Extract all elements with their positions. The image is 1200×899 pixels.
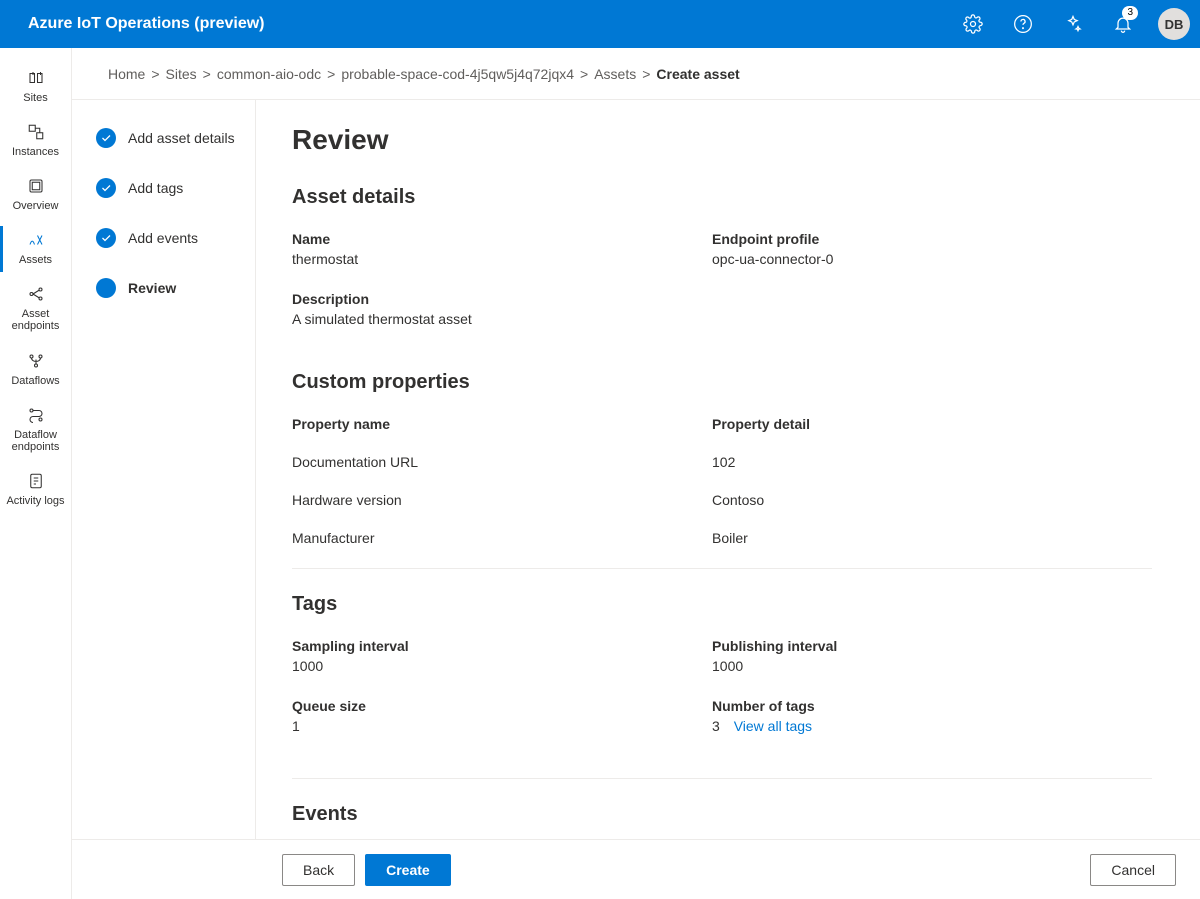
bc-current: Create asset xyxy=(656,66,739,82)
prop-detail-header: Property detail xyxy=(712,416,1152,432)
asset-endpoints-icon xyxy=(26,284,46,304)
create-button[interactable]: Create xyxy=(365,854,451,886)
description-label: Description xyxy=(292,291,1152,307)
endpoint-profile-value: opc-ua-connector-0 xyxy=(712,251,1152,267)
feature-icon[interactable] xyxy=(1052,0,1094,48)
asset-details-heading: Asset details xyxy=(292,186,1152,209)
custom-properties-table: Property name Property detail Documentat… xyxy=(292,416,1152,546)
topbar-actions: 3 DB xyxy=(952,0,1190,48)
nav-label: Dataflow endpoints xyxy=(2,429,69,453)
custom-properties-heading: Custom properties xyxy=(292,371,1152,394)
nav-label: Activity logs xyxy=(6,495,64,507)
step-add-tags[interactable]: Add tags xyxy=(96,178,243,198)
nav-overview[interactable]: Overview xyxy=(0,168,71,222)
notification-badge: 3 xyxy=(1122,6,1138,20)
top-bar: Azure IoT Operations (preview) 3 DB xyxy=(0,0,1200,48)
nav-label: Asset endpoints xyxy=(2,308,69,332)
nav-label: Assets xyxy=(19,254,52,266)
help-icon[interactable] xyxy=(1002,0,1044,48)
table-row: Hardware version Contoso xyxy=(292,492,1152,508)
wizard-steps: Add asset details Add tags Add events Re… xyxy=(72,100,256,839)
publishing-interval-label: Publishing interval xyxy=(712,638,1152,654)
back-button[interactable]: Back xyxy=(282,854,355,886)
table-row: Manufacturer Boiler xyxy=(292,530,1152,546)
step-label: Review xyxy=(128,280,176,296)
dataflows-icon xyxy=(26,351,46,371)
breadcrumb: Home > Sites > common-aio-odc > probable… xyxy=(72,48,1200,100)
overview-icon xyxy=(26,176,46,196)
sampling-interval-value: 1000 xyxy=(292,658,712,674)
step-add-asset-details[interactable]: Add asset details xyxy=(96,128,243,148)
tags-heading: Tags xyxy=(292,593,1152,616)
nav-asset-endpoints[interactable]: Asset endpoints xyxy=(0,276,71,342)
asset-name-label: Name xyxy=(292,231,712,247)
sampling-interval-label: Sampling interval xyxy=(292,638,712,654)
bc-sites[interactable]: Sites xyxy=(166,66,197,82)
nav-label: Instances xyxy=(12,146,59,158)
prop-name: Manufacturer xyxy=(292,530,712,546)
table-row: Documentation URL 102 xyxy=(292,454,1152,470)
bc-assets[interactable]: Assets xyxy=(594,66,636,82)
prop-name-header: Property name xyxy=(292,416,712,432)
step-add-events[interactable]: Add events xyxy=(96,228,243,248)
nav-assets[interactable]: Assets xyxy=(0,222,71,276)
assets-icon xyxy=(26,230,46,250)
step-label: Add events xyxy=(128,230,198,246)
review-content[interactable]: Review Asset details Name thermostat End… xyxy=(256,100,1200,839)
check-icon xyxy=(96,228,116,248)
page-title: Review xyxy=(292,124,1152,156)
nav-sites[interactable]: Sites xyxy=(0,60,71,114)
nav-instances[interactable]: Instances xyxy=(0,114,71,168)
bc-site-name[interactable]: common-aio-odc xyxy=(217,66,321,82)
prop-detail: Contoso xyxy=(712,492,1152,508)
queue-size-value: 1 xyxy=(292,718,712,734)
bc-instance-name[interactable]: probable-space-cod-4j5qw5j4q72jqx4 xyxy=(341,66,574,82)
prop-name: Documentation URL xyxy=(292,454,712,470)
step-label: Add asset details xyxy=(128,130,235,146)
notifications-icon[interactable]: 3 xyxy=(1102,0,1144,48)
queue-size-label: Queue size xyxy=(292,698,712,714)
cancel-button[interactable]: Cancel xyxy=(1090,854,1176,886)
bc-home[interactable]: Home xyxy=(108,66,145,82)
asset-name-value: thermostat xyxy=(292,251,712,267)
check-icon xyxy=(96,178,116,198)
sites-icon xyxy=(26,68,46,88)
nav-dataflows[interactable]: Dataflows xyxy=(0,343,71,397)
activity-logs-icon xyxy=(26,471,46,491)
prop-detail: Boiler xyxy=(712,530,1152,546)
number-of-tags-value: 3 xyxy=(712,718,720,734)
description-value: A simulated thermostat asset xyxy=(292,311,1152,327)
prop-name: Hardware version xyxy=(292,492,712,508)
nav-label: Dataflows xyxy=(11,375,59,387)
nav-dataflow-endpoints[interactable]: Dataflow endpoints xyxy=(0,397,71,463)
left-nav: Sites Instances Overview Assets Asset en… xyxy=(0,48,72,899)
wizard-footer: Back Create Cancel xyxy=(72,839,1200,899)
app-title: Azure IoT Operations (preview) xyxy=(28,15,952,33)
instances-icon xyxy=(26,122,46,142)
view-all-tags-link[interactable]: View all tags xyxy=(734,718,812,734)
dataflow-endpoints-icon xyxy=(26,405,46,425)
nav-label: Overview xyxy=(13,200,59,212)
step-review[interactable]: Review xyxy=(96,278,243,298)
publishing-interval-value: 1000 xyxy=(712,658,1152,674)
number-of-tags-label: Number of tags xyxy=(712,698,1152,714)
step-label: Add tags xyxy=(128,180,183,196)
nav-label: Sites xyxy=(23,92,47,104)
avatar[interactable]: DB xyxy=(1158,8,1190,40)
prop-detail: 102 xyxy=(712,454,1152,470)
nav-activity-logs[interactable]: Activity logs xyxy=(0,463,71,517)
settings-icon[interactable] xyxy=(952,0,994,48)
endpoint-profile-label: Endpoint profile xyxy=(712,231,1152,247)
events-heading: Events xyxy=(292,803,1152,826)
check-icon xyxy=(96,128,116,148)
current-step-icon xyxy=(96,278,116,298)
